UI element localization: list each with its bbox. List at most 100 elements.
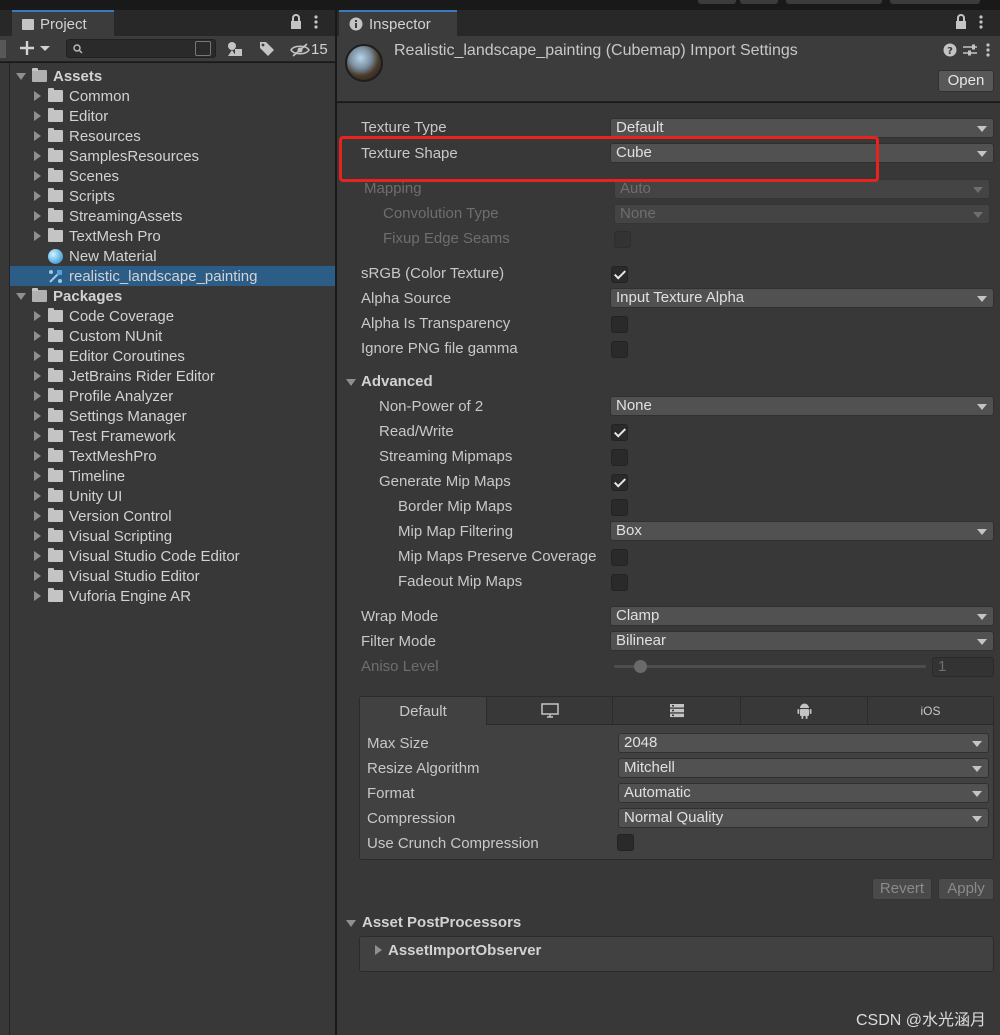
tree-row[interactable]: Editor Coroutines	[10, 346, 335, 366]
label-tag-icon[interactable]	[258, 40, 276, 62]
tree-row[interactable]: Code Coverage	[10, 306, 335, 326]
foldout-expanded-icon[interactable]	[16, 292, 26, 300]
tree-row[interactable]: Resources	[10, 126, 335, 146]
max-size-dropdown[interactable]: 2048	[618, 733, 989, 753]
tree-row[interactable]: TextMesh Pro	[10, 226, 335, 246]
tree-row[interactable]: SamplesResources	[10, 146, 335, 166]
toolbar-button-stub[interactable]	[740, 0, 778, 4]
alpha-source-dropdown[interactable]: Input Texture Alpha	[610, 288, 994, 308]
tree-row[interactable]: TextMeshPro	[10, 446, 335, 466]
foldout-collapsed-icon[interactable]	[34, 131, 41, 141]
lock-icon[interactable]	[289, 14, 303, 34]
alpha-is-transparency-checkbox[interactable]	[611, 316, 628, 333]
tree-row[interactable]: JetBrains Rider Editor	[10, 366, 335, 386]
toolbar-button-stub[interactable]	[698, 0, 736, 4]
tree-row[interactable]: Editor	[10, 106, 335, 126]
foldout-expanded-icon[interactable]	[16, 72, 26, 80]
foldout-collapsed-icon[interactable]	[34, 431, 41, 441]
format-dropdown[interactable]: Automatic	[618, 783, 989, 803]
filter-mode-dropdown[interactable]: Bilinear	[610, 631, 994, 651]
revert-button[interactable]: Revert	[872, 878, 932, 900]
foldout-collapsed-icon[interactable]	[34, 551, 41, 561]
resize-algorithm-dropdown[interactable]: Mitchell	[618, 758, 989, 778]
platform-tab-server[interactable]	[613, 697, 741, 725]
aniso-level-slider-thumb[interactable]	[633, 660, 647, 673]
kebab-menu-icon[interactable]	[313, 15, 319, 35]
srgb-checkbox[interactable]	[611, 266, 628, 283]
platform-tab-standalone[interactable]	[487, 697, 613, 725]
foldout-collapsed-icon[interactable]	[34, 451, 41, 461]
foldout-collapsed-icon[interactable]	[34, 91, 41, 101]
search-input[interactable]	[66, 39, 216, 58]
border-mip-maps-checkbox[interactable]	[611, 499, 628, 516]
platform-tab-ios[interactable]: iOS	[868, 697, 993, 725]
aniso-level-slider-track[interactable]	[614, 665, 926, 668]
tree-root-row[interactable]: Assets	[10, 66, 335, 86]
foldout-collapsed-icon[interactable]	[34, 571, 41, 581]
foldout-collapsed-icon[interactable]	[34, 151, 41, 161]
foldout-collapsed-icon[interactable]	[34, 411, 41, 421]
tree-row[interactable]: Visual Studio Editor	[10, 566, 335, 586]
tree-row[interactable]: Vuforia Engine AR	[10, 586, 335, 606]
foldout-collapsed-icon[interactable]	[34, 591, 41, 601]
foldout-expanded-icon[interactable]	[346, 920, 356, 927]
help-icon[interactable]: ?	[943, 43, 957, 61]
tree-row[interactable]: Test Framework	[10, 426, 335, 446]
platform-tab-default[interactable]: Default	[360, 697, 487, 725]
tree-row[interactable]: Profile Analyzer	[10, 386, 335, 406]
foldout-collapsed-icon[interactable]	[34, 531, 41, 541]
foldout-collapsed-icon[interactable]	[34, 311, 41, 321]
hidden-packages-toggle[interactable]: 15	[290, 41, 328, 58]
fixup-edge-seams-checkbox[interactable]	[614, 231, 631, 248]
open-button[interactable]: Open	[938, 70, 994, 92]
tree-row[interactable]: Version Control	[10, 506, 335, 526]
ignore-png-gamma-checkbox[interactable]	[611, 341, 628, 358]
mip-map-filtering-dropdown[interactable]: Box	[610, 521, 994, 541]
texture-type-dropdown[interactable]: Default	[610, 118, 994, 138]
foldout-collapsed-icon[interactable]	[34, 171, 41, 181]
tree-row[interactable]: realistic_landscape_painting	[10, 266, 335, 286]
tree-row[interactable]: Scripts	[10, 186, 335, 206]
tab-project[interactable]: Project	[12, 10, 114, 36]
platform-tab-android[interactable]	[741, 697, 868, 725]
toolbar-button-stub[interactable]	[890, 0, 980, 4]
tree-root-row[interactable]: Packages	[10, 286, 335, 306]
tree-row[interactable]: Common	[10, 86, 335, 106]
filter-by-type-icon[interactable]	[226, 40, 244, 62]
foldout-collapsed-icon[interactable]	[34, 351, 41, 361]
asset-postprocessors-foldout-label[interactable]: Asset PostProcessors	[362, 914, 521, 931]
tree-row[interactable]: Settings Manager	[10, 406, 335, 426]
create-plus-icon[interactable]	[18, 38, 52, 62]
foldout-collapsed-icon[interactable]	[34, 111, 41, 121]
tree-row[interactable]: Unity UI	[10, 486, 335, 506]
panel-edge-button[interactable]	[0, 40, 6, 58]
foldout-collapsed-icon[interactable]	[34, 391, 41, 401]
tree-row[interactable]: Timeline	[10, 466, 335, 486]
asset-import-observer-item[interactable]: AssetImportObserver	[388, 942, 541, 959]
tree-row[interactable]: Visual Studio Code Editor	[10, 546, 335, 566]
mip-maps-preserve-coverage-checkbox[interactable]	[611, 549, 628, 566]
tree-row[interactable]: StreamingAssets	[10, 206, 335, 226]
use-crunch-compression-checkbox[interactable]	[617, 834, 634, 851]
foldout-collapsed-icon[interactable]	[34, 371, 41, 381]
tree-row[interactable]: Scenes	[10, 166, 335, 186]
read-write-checkbox[interactable]	[611, 424, 628, 441]
foldout-collapsed-icon[interactable]	[34, 471, 41, 481]
fadeout-mip-maps-checkbox[interactable]	[611, 574, 628, 591]
kebab-menu-icon[interactable]	[985, 43, 991, 63]
tree-row[interactable]: New Material	[10, 246, 335, 266]
wrap-mode-dropdown[interactable]: Clamp	[610, 606, 994, 626]
foldout-collapsed-icon[interactable]	[34, 511, 41, 521]
foldout-collapsed-icon[interactable]	[34, 211, 41, 221]
apply-button[interactable]: Apply	[938, 878, 994, 900]
tab-inspector[interactable]: Inspector	[339, 10, 457, 36]
foldout-collapsed-icon[interactable]	[34, 491, 41, 501]
foldout-collapsed-icon[interactable]	[34, 191, 41, 201]
foldout-collapsed-icon[interactable]	[375, 945, 382, 955]
tree-row[interactable]: Custom NUnit	[10, 326, 335, 346]
foldout-collapsed-icon[interactable]	[34, 331, 41, 341]
non-power-of-2-dropdown[interactable]: None	[610, 396, 994, 416]
presets-icon[interactable]	[962, 43, 978, 61]
aniso-level-field[interactable]: 1	[932, 657, 994, 677]
advanced-foldout-label[interactable]: Advanced	[361, 373, 433, 390]
